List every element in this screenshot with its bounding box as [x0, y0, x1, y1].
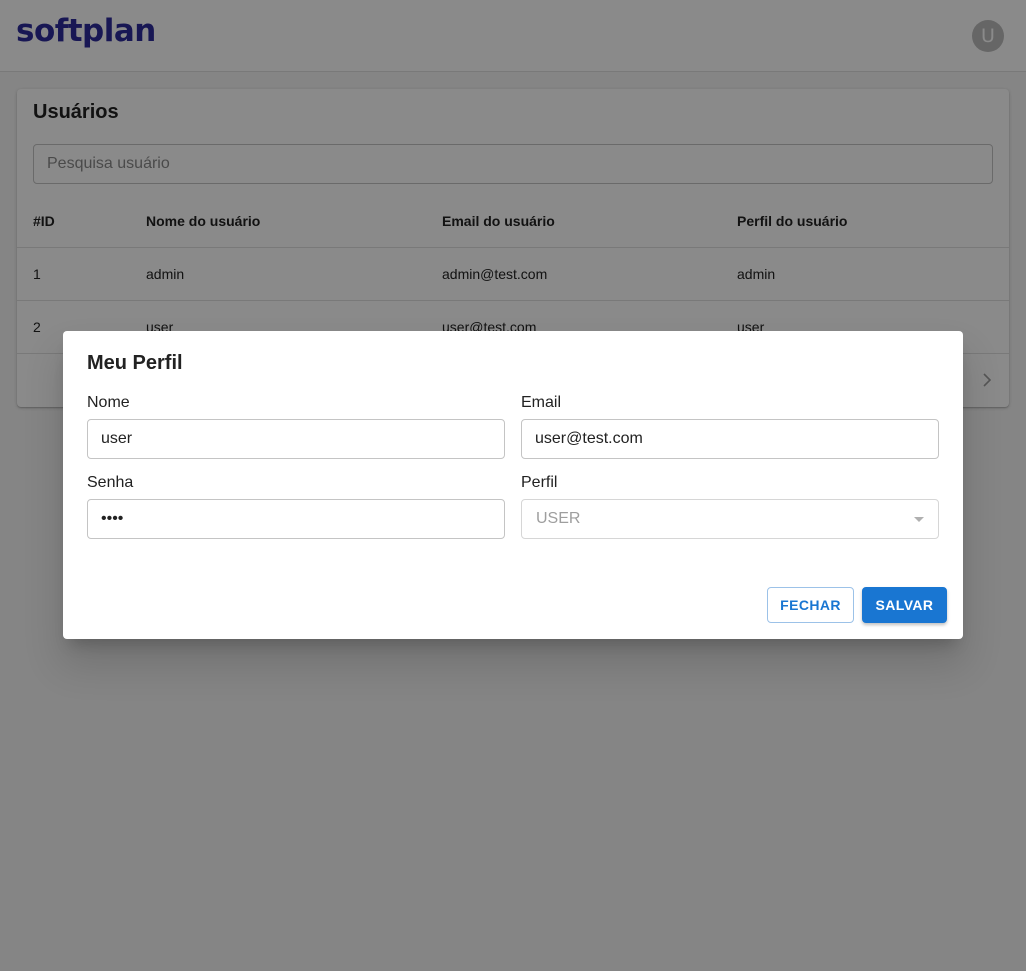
profile-label: Perfil — [521, 474, 558, 491]
profile-dialog: Meu Perfil Nome Email Senha Perfil USER … — [63, 331, 963, 639]
password-label: Senha — [87, 474, 134, 491]
password-field[interactable] — [87, 499, 505, 539]
profile-select[interactable]: USER — [521, 499, 939, 539]
email-label: Email — [521, 394, 562, 411]
save-button[interactable]: SALVAR — [862, 587, 947, 623]
close-button[interactable]: FECHAR — [767, 587, 854, 623]
dropdown-arrow-icon — [914, 517, 924, 522]
name-label: Nome — [87, 394, 130, 411]
dialog-title: Meu Perfil — [87, 352, 183, 374]
email-field[interactable] — [521, 419, 939, 459]
name-field[interactable] — [87, 419, 505, 459]
profile-select-value: USER — [536, 510, 581, 527]
